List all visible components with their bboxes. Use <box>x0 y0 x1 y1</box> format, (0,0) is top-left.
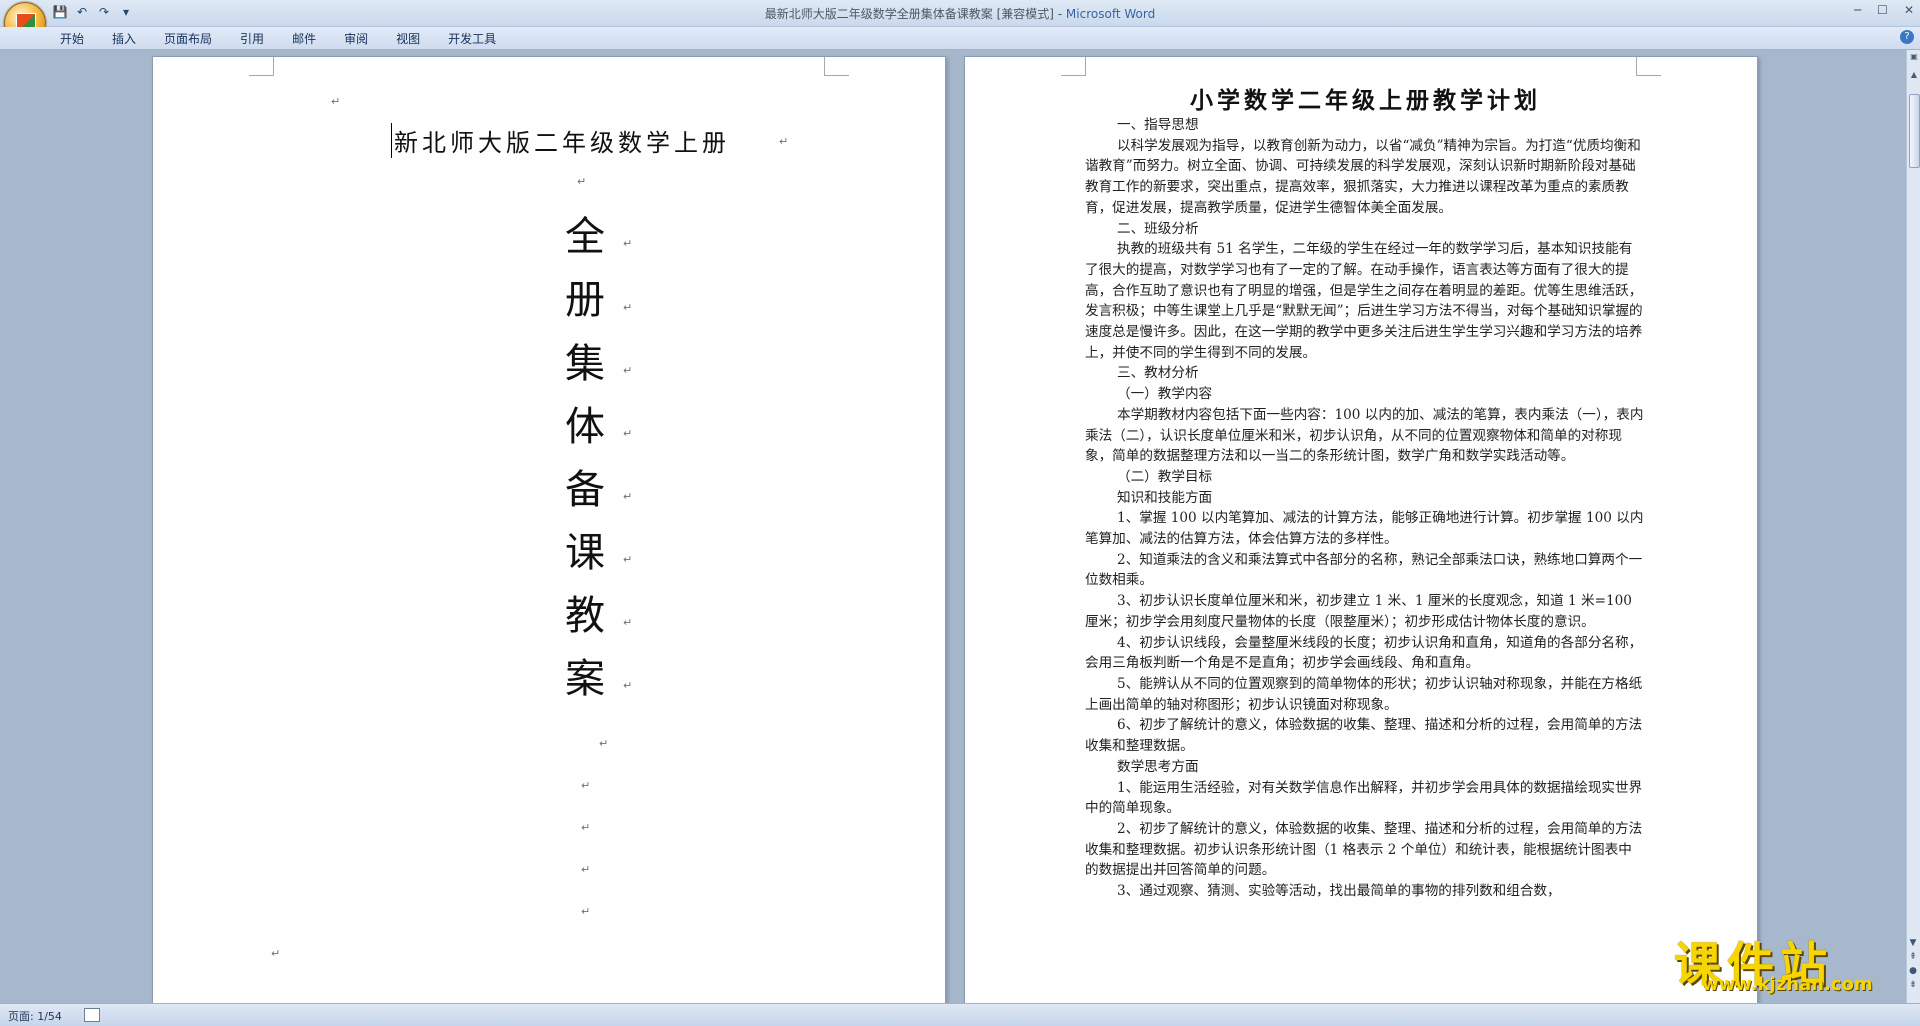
section-heading: （一）教学内容 <box>1117 386 1213 403</box>
cover-char: 备 <box>565 467 605 513</box>
cover-char: 案 <box>565 656 605 702</box>
window-controls: ─ ☐ ✕ <box>1854 3 1914 17</box>
tab-developer[interactable]: 开发工具 <box>448 30 496 47</box>
body-paragraph: 以科学发展观为指导，以教育创新为动力，以省“减负”精神为宗旨。为打造“优质均衡和… <box>1085 137 1641 216</box>
cover-char: 课 <box>565 530 605 576</box>
paragraph-mark: ↵ <box>581 821 591 834</box>
help-icon[interactable]: ? <box>1900 30 1914 44</box>
status-bar: 页面: 1/54 <box>0 1003 1920 1026</box>
body-paragraph: 1、能运用生活经验，对有关数学信息作出解释，并初步学会用具体的数据描绘现实世界中… <box>1085 779 1643 817</box>
cover-char: 全 <box>565 214 605 260</box>
kjzhan-watermark: 课件站 www.kjzhan.com <box>1674 926 1910 996</box>
plan-title: 小学数学二年级上册教学计划 <box>1190 87 1541 114</box>
cover-char: 集 <box>565 341 605 387</box>
paragraph-mark: ↵ <box>271 947 281 960</box>
tab-mailings[interactable]: 邮件 <box>292 30 316 47</box>
minimize-button[interactable]: ─ <box>1854 3 1861 17</box>
paragraph-mark: ↵ <box>599 737 609 750</box>
crop-mark <box>824 57 849 76</box>
document-title: 最新北师大版二年级数学全册集体备课教案 [兼容模式] - <box>764 7 1066 21</box>
paragraph-mark: ↵ <box>581 905 591 918</box>
paragraph-mark: ↵ <box>623 679 633 692</box>
close-button[interactable]: ✕ <box>1904 3 1914 17</box>
section-heading: 数学思考方面 <box>1117 758 1199 775</box>
section-heading: 一、指导思想 <box>1117 117 1199 133</box>
tab-review[interactable]: 审阅 <box>344 30 368 47</box>
paragraph-mark: ↵ <box>577 175 587 188</box>
body-paragraph: 执教的班级共有 51 名学生，二年级的学生在经过一年的数学学习后，基本知识技能有… <box>1085 241 1643 361</box>
paragraph-mark: ↵ <box>623 490 633 503</box>
section-heading: 二、班级分析 <box>1117 220 1199 237</box>
cover-char: 册 <box>565 277 605 323</box>
paragraph-mark: ↵ <box>623 237 633 250</box>
vertical-scrollbar[interactable]: ▣ ▲ <box>1906 50 1920 1003</box>
proofing-book-icon[interactable] <box>84 1008 100 1022</box>
tab-insert[interactable]: 插入 <box>112 30 136 47</box>
title-bar: 💾 ↶ ↷ ▾ 最新北师大版二年级数学全册集体备课教案 [兼容模式] - Mic… <box>0 0 1920 27</box>
tab-references[interactable]: 引用 <box>240 30 264 47</box>
window-title: 最新北师大版二年级数学全册集体备课教案 [兼容模式] - Microsoft W… <box>0 5 1920 22</box>
plan-body: 一、指导思想以科学发展观为指导，以教育创新为动力，以省“减负”精神为宗旨。为打造… <box>1085 115 1645 902</box>
watermark-url: www.kjzhan.com <box>1702 974 1873 995</box>
section-heading: （二）教学目标 <box>1117 468 1213 485</box>
paragraph-mark: ↵ <box>581 863 591 876</box>
scroll-thumb[interactable] <box>1909 94 1920 168</box>
section-heading: 知识和技能方面 <box>1117 489 1213 506</box>
tab-page-layout[interactable]: 页面布局 <box>164 30 212 47</box>
crop-mark <box>1061 57 1086 76</box>
paragraph-mark: ↵ <box>581 779 591 792</box>
body-paragraph: 1、掌握 100 以内笔算加、减法的计算方法，能够正确地进行计算。初步掌握 10… <box>1085 510 1644 548</box>
body-paragraph: 6、初步了解统计的意义，体验数据的收集、整理、描述和分析的过程，会用简单的方法收… <box>1085 717 1643 755</box>
paragraph-mark: ↵ <box>623 616 633 629</box>
cover-char: 体 <box>565 404 605 450</box>
paragraph-mark: ↵ <box>623 427 633 440</box>
ribbon-tab-bar: 开始 插入 页面布局 引用 邮件 审阅 视图 开发工具 ? <box>0 27 1920 50</box>
paragraph-mark: ↵ <box>331 95 341 108</box>
paragraph-mark: ↵ <box>779 135 789 148</box>
ruler-toggle-icon[interactable]: ▣ <box>1909 52 1919 62</box>
app-name: Microsoft Word <box>1065 7 1156 21</box>
paragraph-mark: ↵ <box>623 364 633 377</box>
cover-char: 教 <box>565 593 605 639</box>
ribbon-tabs: 开始 插入 页面布局 引用 邮件 审阅 视图 开发工具 <box>60 30 496 47</box>
body-paragraph: 2、初步了解统计的意义，体验数据的收集、整理、描述和分析的过程，会用简单的方法收… <box>1085 820 1643 879</box>
body-paragraph: 5、能辨认从不同的位置观察到的简单物体的形状；初步认识轴对称现象，并能在方格纸上… <box>1085 675 1643 713</box>
crop-mark <box>1636 57 1661 76</box>
crop-mark <box>249 57 274 76</box>
body-paragraph: 4、初步认识线段，会量整厘米线段的长度；初步认识角和直角，知道角的各部分名称，会… <box>1085 634 1643 672</box>
document-page-2[interactable]: 小学数学二年级上册教学计划 一、指导思想以科学发展观为指导，以教育创新为动力，以… <box>964 56 1758 1005</box>
tab-view[interactable]: 视图 <box>396 30 420 47</box>
tab-home[interactable]: 开始 <box>60 30 84 47</box>
page-indicator[interactable]: 页面: 1/54 <box>8 1008 62 1024</box>
paragraph-mark: ↵ <box>623 301 633 314</box>
cover-title: 新北师大版二年级数学上册 <box>391 123 730 158</box>
section-heading: 三、教材分析 <box>1117 365 1199 382</box>
body-paragraph: 3、通过观察、猜测、实验等活动，找出最简单的事物的排列数和组合数， <box>1117 883 1561 900</box>
body-paragraph: 2、知道乘法的含义和乘法算式中各部分的名称，熟记全部乘法口诀，熟练地口算两个一位… <box>1085 551 1643 589</box>
scroll-up-icon[interactable]: ▲ <box>1909 70 1919 80</box>
document-page-1[interactable]: ↵ 新北师大版二年级数学上册 ↵ ↵ 全 册 集 体 备 课 教 案 ↵ ↵ ↵… <box>152 56 946 1005</box>
body-paragraph: 3、初步认识长度单位厘米和米，初步建立 1 米、1 厘米的长度观念，知道 1 米… <box>1085 593 1632 630</box>
maximize-button[interactable]: ☐ <box>1877 3 1888 17</box>
paragraph-mark: ↵ <box>623 553 633 566</box>
body-paragraph: 本学期教材内容包括下面一些内容：100 以内的加、减法的笔算，表内乘法（一），表… <box>1085 406 1644 465</box>
